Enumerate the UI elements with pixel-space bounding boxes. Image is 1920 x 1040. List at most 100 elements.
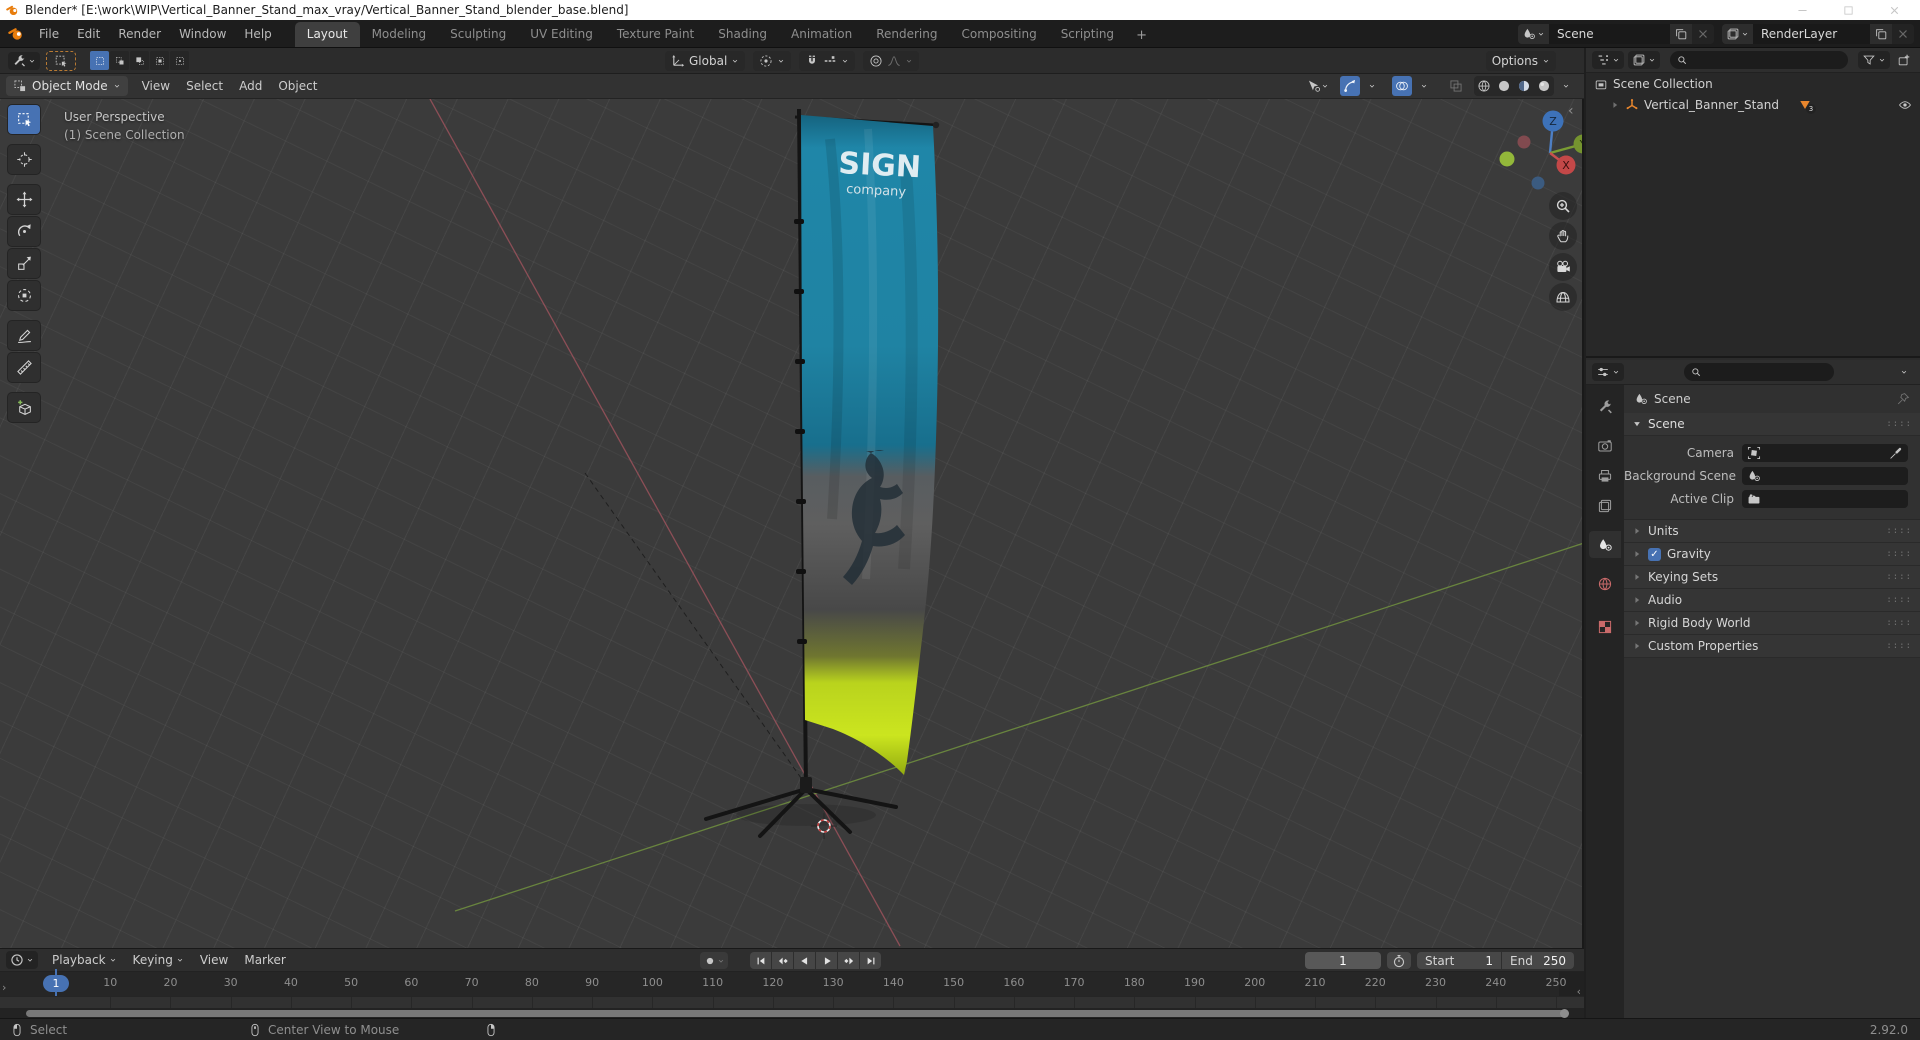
properties-panel[interactable]: Units :::: — [1624, 520, 1920, 543]
scene-panel-header[interactable]: Scene :::: — [1624, 413, 1920, 436]
viewport-3d[interactable]: SIGN company User Perspective (1) Scene … — [0, 99, 1584, 948]
property-field[interactable] — [1742, 490, 1908, 508]
minimize-button[interactable] — [1782, 0, 1828, 20]
transform-orientation-dropdown[interactable]: Global — [665, 51, 746, 71]
menu-item[interactable]: File — [30, 24, 68, 44]
properties-panel[interactable]: Audio :::: — [1624, 589, 1920, 612]
shading-mode-button[interactable] — [1494, 76, 1514, 96]
tool-button[interactable] — [8, 249, 40, 278]
maximize-button[interactable] — [1828, 0, 1874, 20]
timeline-menu-item[interactable]: Keying — [125, 953, 192, 967]
tool-button[interactable] — [8, 393, 40, 422]
overlays-toggle[interactable] — [1392, 76, 1412, 96]
delete-scene-button[interactable] — [1692, 24, 1714, 44]
add-workspace-button[interactable]: + — [1126, 24, 1157, 47]
shading-dropdown[interactable] — [1556, 76, 1576, 96]
timeline-menu-item[interactable]: Marker — [236, 953, 293, 967]
close-button[interactable] — [1874, 0, 1920, 20]
frame-start-field[interactable]: Start 1 — [1417, 952, 1501, 969]
mode-dropdown[interactable]: Object Mode — [6, 76, 128, 96]
active-tool-button[interactable] — [46, 50, 76, 71]
outliner-search-input[interactable] — [1670, 51, 1848, 69]
tool-button[interactable] — [8, 185, 40, 214]
drag-handle[interactable]: :::: — [1886, 549, 1912, 559]
options-dropdown[interactable]: Options — [1485, 51, 1556, 71]
scrollbar-thumb[interactable] — [26, 1009, 1569, 1018]
workspace-tab[interactable]: UV Editing — [518, 22, 605, 47]
sidebar-toggle[interactable]: ‹ — [1568, 103, 1574, 119]
drag-handle[interactable]: :::: — [1886, 595, 1912, 605]
outliner-row-object[interactable]: Vertical_Banner_Stand 3 — [1586, 94, 1920, 115]
properties-tab[interactable] — [1589, 393, 1621, 420]
pin-icon[interactable] — [1896, 392, 1910, 406]
new-collection-button[interactable] — [1894, 50, 1914, 70]
timeline-expand-left[interactable]: › — [2, 981, 6, 994]
workspace-tab[interactable]: Layout — [294, 22, 360, 47]
transport-button[interactable] — [816, 952, 837, 969]
snap-controls[interactable] — [799, 51, 856, 71]
outliner-row-scene-collection[interactable]: Scene Collection — [1586, 73, 1920, 94]
properties-tab[interactable] — [1589, 492, 1621, 519]
overlays-dropdown[interactable] — [1414, 76, 1434, 96]
select-mode-button[interactable] — [110, 51, 129, 70]
tool-button[interactable] — [8, 281, 40, 310]
workspace-tab[interactable]: Shading — [706, 22, 779, 47]
scene-selector-dropdown[interactable] — [1518, 24, 1549, 44]
properties-panel[interactable]: ✓ Gravity :::: — [1624, 543, 1920, 566]
viewport-menu-item[interactable]: Object — [270, 76, 325, 96]
workspace-tab[interactable]: Modeling — [360, 22, 439, 47]
new-layer-button[interactable] — [1870, 24, 1892, 44]
workspace-tab[interactable]: Rendering — [864, 22, 949, 47]
workspace-tab[interactable]: Texture Paint — [605, 22, 706, 47]
banner-stand-object[interactable]: SIGN company — [704, 108, 940, 838]
camera-view-button[interactable] — [1549, 253, 1577, 281]
tool-button[interactable] — [8, 105, 40, 134]
menu-item[interactable]: Edit — [68, 24, 109, 44]
properties-options-dropdown[interactable] — [1894, 362, 1914, 382]
new-scene-button[interactable] — [1670, 24, 1692, 44]
visibility-eye-icon[interactable] — [1898, 98, 1912, 112]
render-layer-name-field[interactable]: RenderLayer — [1753, 24, 1870, 44]
timeline-collapse-right[interactable]: ‹ — [1577, 985, 1581, 998]
pan-button[interactable] — [1549, 222, 1577, 250]
properties-tab[interactable] — [1589, 613, 1621, 640]
zoom-button[interactable] — [1549, 192, 1577, 220]
shading-mode-button[interactable] — [1514, 76, 1534, 96]
render-layer-dropdown[interactable] — [1722, 24, 1753, 44]
drag-handle[interactable]: :::: — [1886, 618, 1912, 628]
properties-tab[interactable] — [1589, 570, 1621, 597]
properties-panel[interactable]: Custom Properties :::: — [1624, 635, 1920, 658]
select-mode-button[interactable] — [130, 51, 149, 70]
property-field[interactable] — [1742, 444, 1908, 462]
outliner-editor-type-button[interactable] — [1592, 51, 1624, 69]
pivot-point-dropdown[interactable] — [753, 51, 792, 71]
frame-end-field[interactable]: End 250 — [1502, 952, 1574, 969]
editor-type-button[interactable] — [8, 51, 40, 70]
outliner-display-mode-button[interactable] — [1628, 51, 1660, 69]
timeline-menu-item[interactable]: Playback — [44, 953, 125, 967]
menu-item[interactable]: Render — [109, 24, 170, 44]
workspace-tab[interactable]: Scripting — [1049, 22, 1126, 47]
current-frame-field[interactable]: 1 — [1305, 952, 1381, 969]
properties-search-input[interactable] — [1684, 363, 1834, 381]
shading-mode-button[interactable] — [1534, 76, 1554, 96]
property-field[interactable] — [1742, 467, 1908, 485]
blender-menu-icon[interactable] — [8, 26, 24, 42]
properties-panel[interactable]: Rigid Body World :::: — [1624, 612, 1920, 635]
xray-toggle[interactable] — [1446, 76, 1466, 96]
transport-button[interactable] — [750, 952, 771, 969]
current-frame-indicator[interactable]: 1 — [43, 975, 69, 992]
gizmos-dropdown[interactable] — [1362, 76, 1382, 96]
transport-button[interactable] — [860, 952, 881, 969]
workspace-tab[interactable]: Animation — [779, 22, 864, 47]
select-mode-button[interactable] — [90, 51, 109, 70]
timeline-ruler[interactable]: 1 10 20 30 40 50 60 70 80 90 100 110 120 130 140 150 16… — [0, 972, 1584, 996]
timeline-editor-type-button[interactable] — [6, 951, 38, 969]
menu-item[interactable]: Help — [235, 24, 280, 44]
timeline-track[interactable] — [0, 996, 1584, 1008]
select-mode-button[interactable] — [170, 51, 189, 70]
properties-editor-type-button[interactable] — [1592, 363, 1624, 381]
viewport-menu-item[interactable]: View — [134, 76, 178, 96]
viewport-menu-item[interactable]: Select — [178, 76, 231, 96]
use-preview-range-button[interactable] — [1387, 952, 1411, 969]
